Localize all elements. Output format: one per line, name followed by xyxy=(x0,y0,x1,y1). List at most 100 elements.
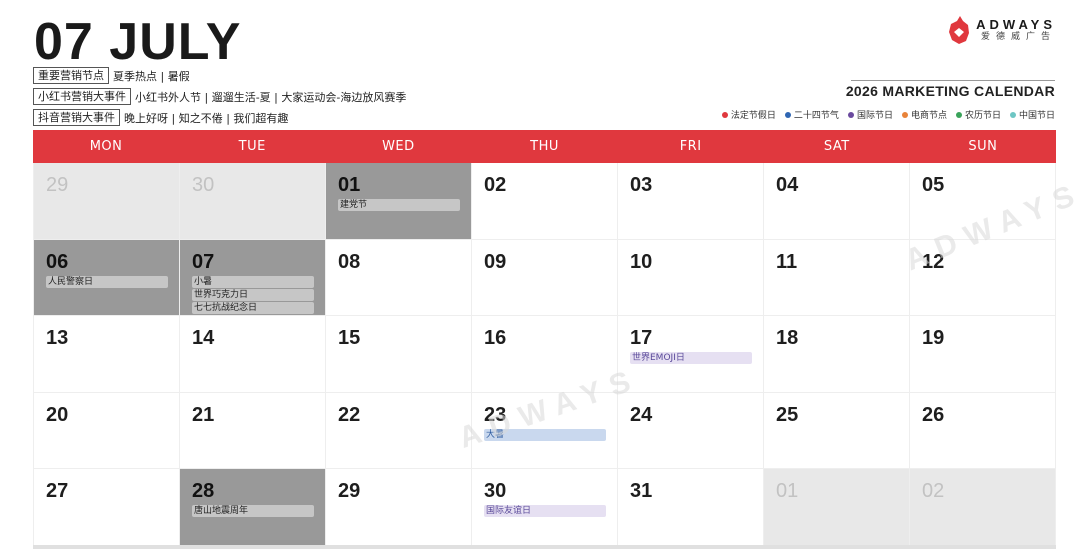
weekday-fri: FRI xyxy=(679,139,702,154)
day-number: 30 xyxy=(484,480,507,503)
day-cell[interactable]: 28 唐山地震周年 xyxy=(180,469,326,546)
day-cell[interactable]: 03 xyxy=(618,163,764,240)
calendar-grid: 29 30 01 建党节 02 03 04 05 06 人民警察日 07 小暑 世界巧克力日 七七抗战纪念… xyxy=(33,163,1056,546)
legend-item: 法定节假日 xyxy=(721,108,776,121)
event-tag[interactable]: 建党节 xyxy=(338,199,460,211)
day-number: 18 xyxy=(776,327,799,350)
marketing-categories: 重要营销节点 夏季热点 | 暑假 小红书营销大事件 小红书外人节 | 遛遛生活-… xyxy=(33,66,406,129)
event-tag[interactable]: 世界巧克力日 xyxy=(192,288,314,301)
event-tag[interactable]: 人民警察日 xyxy=(46,275,168,288)
calendar-title: 2026 MARKETING CALENDAR xyxy=(845,83,1055,99)
day-cell[interactable]: 02 xyxy=(472,163,618,240)
legend-dot-icon xyxy=(784,111,791,118)
day-cell[interactable]: 07 小暑 世界巧克力日 七七抗战纪念日 xyxy=(180,239,326,317)
day-cell[interactable]: 20 xyxy=(34,392,180,470)
category-label: 抖音营销大事件 xyxy=(33,109,120,126)
day-cell[interactable]: 31 xyxy=(618,469,764,546)
day-cell[interactable]: 16 xyxy=(472,316,618,393)
day-number: 20 xyxy=(46,403,69,426)
brand-mark-icon xyxy=(949,16,970,44)
day-cell[interactable]: 13 xyxy=(34,316,180,393)
legend-label: 二十四节气 xyxy=(793,111,839,121)
day-number: 10 xyxy=(630,250,653,273)
day-cell[interactable]: 24 xyxy=(618,392,764,470)
day-number: 17 xyxy=(630,327,653,350)
day-events: 世界EMOJI日 xyxy=(630,352,763,365)
weekday-wed: WED xyxy=(382,139,415,154)
weekday-tue: TUE xyxy=(238,139,266,154)
day-number: 07 xyxy=(192,250,215,273)
day-number: 03 xyxy=(630,174,653,196)
day-number: 14 xyxy=(192,327,215,350)
title-divider xyxy=(851,80,1055,81)
day-cell[interactable]: 09 xyxy=(472,239,618,317)
brand-name: ADWAYS xyxy=(976,16,1056,32)
day-cell[interactable]: 05 xyxy=(910,163,1056,240)
day-number: 01 xyxy=(338,174,361,196)
weekday-header: MON TUE WED THU FRI SAT SUN xyxy=(33,130,1056,163)
event-tag[interactable]: 七七抗战纪念日 xyxy=(192,301,314,314)
day-cell[interactable]: 06 人民警察日 xyxy=(34,239,180,317)
day-cell[interactable]: 30 xyxy=(180,163,326,240)
page-title: 07 JULY xyxy=(34,13,242,71)
day-number: 31 xyxy=(630,480,653,503)
day-number: 23 xyxy=(484,403,507,426)
day-number: 26 xyxy=(922,403,945,426)
brand-subtitle: 爱德威广告 xyxy=(980,31,1056,42)
day-cell[interactable]: 23 大暑 xyxy=(472,392,618,470)
legend-label: 中国节日 xyxy=(1018,111,1055,121)
day-cell[interactable]: 27 xyxy=(34,469,180,546)
day-cell[interactable]: 12 xyxy=(910,239,1056,317)
legend-item: 中国节日 xyxy=(1009,108,1055,121)
legend-label: 法定节假日 xyxy=(730,111,776,121)
day-cell[interactable]: 22 xyxy=(326,392,472,470)
event-tag[interactable]: 唐山地震周年 xyxy=(192,505,314,518)
day-number: 08 xyxy=(338,250,361,273)
day-number: 21 xyxy=(192,403,215,426)
day-events: 国际友谊日 xyxy=(484,505,617,518)
day-events: 唐山地震周年 xyxy=(192,505,325,518)
day-number: 02 xyxy=(484,174,507,196)
weekday-sun: SUN xyxy=(968,139,998,154)
day-cell[interactable]: 08 xyxy=(326,239,472,317)
day-cell[interactable]: 15 xyxy=(326,316,472,393)
day-cell[interactable]: 21 xyxy=(180,392,326,470)
day-cell[interactable]: 17 世界EMOJI日 xyxy=(618,316,764,393)
day-cell[interactable]: 26 xyxy=(910,392,1056,470)
event-tag[interactable]: 大暑 xyxy=(484,428,606,441)
event-tag[interactable]: 小暑 xyxy=(192,275,314,288)
category-text: 夏季热点 | 暑假 xyxy=(113,69,190,83)
day-number: 02 xyxy=(922,480,945,503)
day-cell[interactable]: 30 国际友谊日 xyxy=(472,469,618,546)
day-number: 19 xyxy=(922,327,945,350)
day-events: 人民警察日 xyxy=(46,275,179,288)
day-cell[interactable]: 18 xyxy=(764,316,910,393)
legend-dot-icon xyxy=(847,111,854,118)
day-number: 11 xyxy=(776,250,798,273)
day-cell[interactable]: 19 xyxy=(910,316,1056,393)
legend-dot-icon xyxy=(721,111,728,118)
day-cell[interactable]: 25 xyxy=(764,392,910,470)
day-cell[interactable]: 04 xyxy=(764,163,910,240)
day-cell[interactable]: 01 建党节 xyxy=(326,163,472,240)
legend-label: 农历节日 xyxy=(964,111,1001,121)
category-text: 晚上好呀 | 知之不倦 | 我们超有趣 xyxy=(124,111,289,125)
bottom-strip xyxy=(33,545,1056,549)
category-row: 重要营销节点 夏季热点 | 暑假 xyxy=(33,66,406,85)
event-tag[interactable]: 国际友谊日 xyxy=(484,505,606,518)
day-cell[interactable]: 01 xyxy=(764,469,910,546)
day-cell[interactable]: 29 xyxy=(326,469,472,546)
day-number: 12 xyxy=(922,250,945,273)
day-cell[interactable]: 10 xyxy=(618,239,764,317)
day-cell[interactable]: 11 xyxy=(764,239,910,317)
day-number: 22 xyxy=(338,403,361,426)
event-tag[interactable]: 世界EMOJI日 xyxy=(630,352,752,365)
day-cell[interactable]: 14 xyxy=(180,316,326,393)
legend-item: 电商节点 xyxy=(901,108,947,121)
category-label: 小红书营销大事件 xyxy=(33,88,131,105)
category-label: 重要营销节点 xyxy=(33,67,109,84)
legend-dot-icon xyxy=(901,111,908,118)
legend-dot-icon xyxy=(955,111,962,118)
day-cell[interactable]: 29 xyxy=(34,163,180,240)
day-cell[interactable]: 02 xyxy=(910,469,1056,546)
